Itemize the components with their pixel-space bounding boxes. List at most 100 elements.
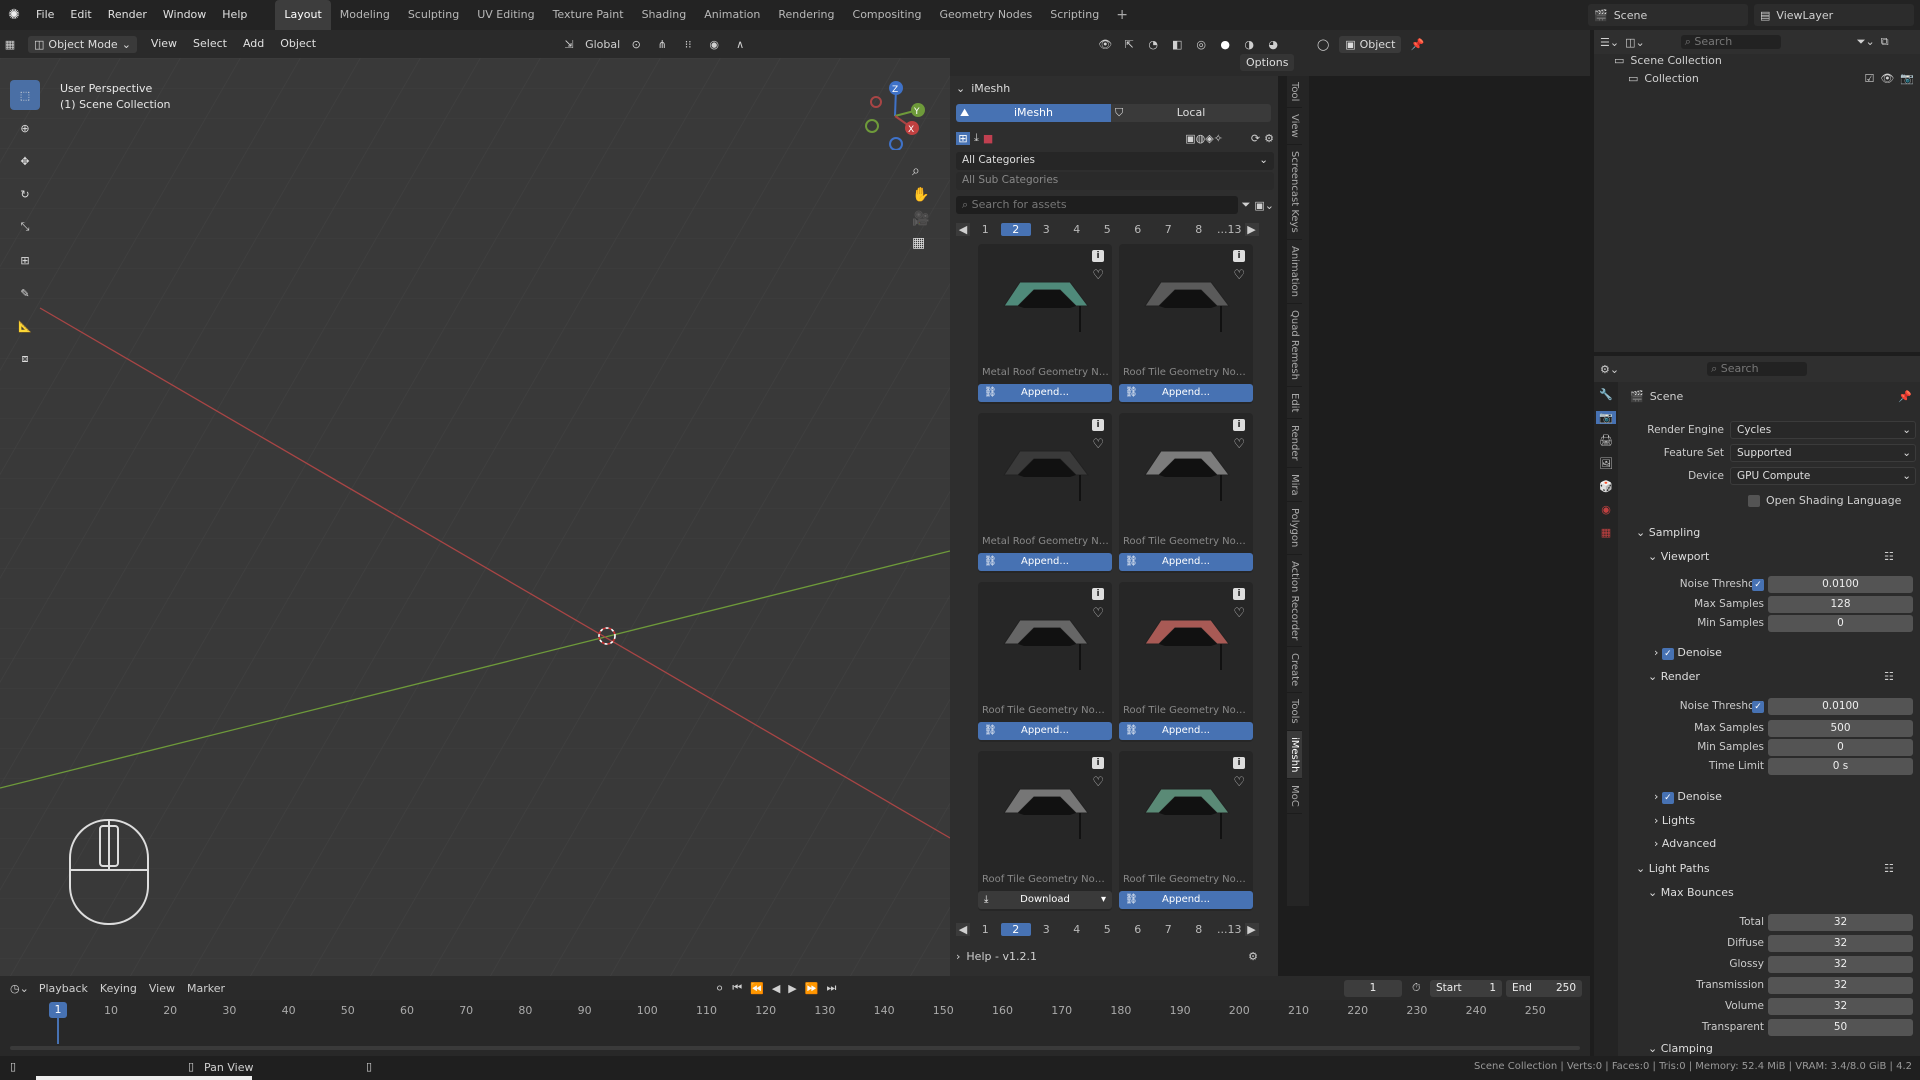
zoom-icon[interactable]: ⌕: [912, 163, 929, 179]
tab-geometry-nodes[interactable]: Geometry Nodes: [930, 0, 1041, 30]
page-button[interactable]: 4: [1062, 223, 1093, 236]
wireframe-shading-icon[interactable]: ◎: [1191, 34, 1211, 54]
bounce-field[interactable]: 32: [1768, 935, 1913, 952]
tab-modeling[interactable]: Modeling: [331, 0, 399, 30]
pivot-icon[interactable]: ⊙: [626, 34, 646, 54]
page-button[interactable]: 6: [1123, 923, 1154, 936]
bounce-field[interactable]: 32: [1768, 956, 1913, 973]
expand-chevron-icon[interactable]: ›: [956, 950, 960, 963]
viewport-menu-view[interactable]: View: [143, 29, 185, 59]
measure-tool-icon[interactable]: 📐: [10, 311, 40, 341]
asset-card[interactable]: i ♡ Roof Tile Geometry Node... ⛓ Append...: [1119, 244, 1253, 404]
feature-set-dropdown[interactable]: Supported ⌄: [1730, 444, 1916, 462]
chevron-down-icon[interactable]: ▾: [1101, 891, 1106, 909]
asset-card[interactable]: i ♡ Metal Roof Geometry No... ⛓ Append...: [978, 413, 1112, 573]
display-toggle-icon[interactable]: ▣⌄: [1254, 199, 1274, 212]
asset-card[interactable]: i ♡ Metal Roof Geometry No... ⛓ Append...: [978, 244, 1112, 404]
cursor-tool-icon[interactable]: ⊕: [10, 113, 40, 143]
timeline-editor-icon[interactable]: ◷⌄: [10, 982, 29, 995]
sidebar-tab-animation[interactable]: Animation: [1287, 240, 1302, 304]
solid-shading-icon[interactable]: ●: [1215, 34, 1235, 54]
page-button[interactable]: 4: [1062, 923, 1093, 936]
menu-render[interactable]: Render: [100, 0, 155, 30]
proportional-edit-icon[interactable]: ◉: [704, 34, 724, 54]
add-cube-tool-icon[interactable]: ⧈: [10, 344, 40, 374]
display-mode-icon[interactable]: ◫⌄: [1625, 36, 1645, 49]
preferences-gear-icon[interactable]: ⚙: [1248, 950, 1258, 963]
tab-texture-paint[interactable]: Texture Paint: [544, 0, 633, 30]
vp-max-samples-field[interactable]: 128: [1768, 596, 1913, 613]
sampling-section[interactable]: ⌄ Sampling: [1636, 526, 1700, 539]
tab-rendering[interactable]: Rendering: [769, 0, 843, 30]
sidebar-tab-quad-remesh[interactable]: Quad Remesh: [1287, 304, 1302, 387]
pin-icon[interactable]: 📌: [1407, 34, 1427, 54]
frame-cursor[interactable]: 1: [49, 1002, 67, 1018]
advanced-subsection[interactable]: › Advanced: [1654, 837, 1716, 850]
page-button[interactable]: 2: [1000, 222, 1031, 236]
append-button[interactable]: ⛓ Append...: [978, 553, 1112, 571]
download-button[interactable]: ⤓ Download ▾: [978, 891, 1112, 909]
output-props-icon[interactable]: 🖨: [1599, 434, 1613, 447]
prev-page-icon[interactable]: ◀: [956, 922, 970, 936]
collapse-chevron-icon[interactable]: ⌄: [956, 82, 965, 95]
page-button[interactable]: 7: [1153, 923, 1184, 936]
tab-shading[interactable]: Shading: [633, 0, 696, 30]
vp-min-samples-field[interactable]: 0: [1768, 615, 1913, 632]
timeline-menu-keying[interactable]: Keying: [100, 982, 137, 995]
camera-render-icon[interactable]: 📷: [1900, 72, 1914, 85]
play-reverse-icon[interactable]: ◀: [772, 982, 780, 995]
eye-icon[interactable]: 👁: [1880, 72, 1894, 85]
category-dropdown[interactable]: All Categories ⌄: [956, 152, 1274, 170]
info-icon[interactable]: i: [1092, 250, 1104, 262]
asset-card[interactable]: i ♡ Roof Tile Geometry Node... ⛓ Append...: [1119, 751, 1253, 911]
sidebar-tab-view[interactable]: View: [1287, 108, 1302, 146]
tab-animation[interactable]: Animation: [695, 0, 769, 30]
ortho-grid-icon[interactable]: ▦: [912, 235, 929, 251]
world-props-icon[interactable]: ◉: [1601, 503, 1611, 516]
properties-search-input[interactable]: ⌕ Search: [1707, 362, 1808, 376]
device-dropdown[interactable]: GPU Compute ⌄: [1730, 467, 1916, 485]
properties-editor-icon[interactable]: ⚙⌄: [1600, 363, 1619, 376]
append-button[interactable]: ⛓ Append...: [1119, 722, 1253, 740]
camera-icon[interactable]: 🎥: [912, 211, 929, 227]
append-button[interactable]: ⛓ Append...: [978, 722, 1112, 740]
sidebar-tab-screencast-keys[interactable]: Screencast Keys: [1287, 145, 1302, 240]
viewport-menu-add[interactable]: Add: [235, 29, 272, 59]
page-button[interactable]: 1: [970, 223, 1001, 236]
scale-tool-icon[interactable]: ⤡: [10, 212, 40, 242]
next-page-icon[interactable]: ▶: [1244, 222, 1259, 236]
page-button[interactable]: 7: [1153, 223, 1184, 236]
rendered-shading-icon[interactable]: ◕: [1263, 34, 1283, 54]
tab-local[interactable]: ⛉ Local: [1111, 104, 1271, 122]
light-paths-section[interactable]: ⌄ Light Paths: [1636, 862, 1710, 875]
render-props-icon[interactable]: 📷: [1596, 411, 1616, 424]
vp-noise-threshold-field[interactable]: 0.0100: [1768, 576, 1913, 593]
outliner-search-input[interactable]: ⌕ Search: [1680, 35, 1781, 49]
filter-icon[interactable]: ⏷: [1242, 198, 1251, 212]
noise-threshold-checkbox[interactable]: ✓: [1752, 579, 1764, 591]
pin-icon[interactable]: 📌: [1898, 390, 1912, 403]
jump-end-icon[interactable]: ⏭: [826, 981, 836, 995]
view-layer-props-icon[interactable]: 🖼: [1599, 457, 1613, 470]
render-subsection[interactable]: ⌄ Render: [1648, 670, 1700, 683]
info-icon[interactable]: i: [1092, 419, 1104, 431]
start-frame-field[interactable]: Start 1: [1430, 980, 1502, 997]
view-mode-icons[interactable]: ▣◍◈✧: [1185, 132, 1223, 145]
blender-logo-icon[interactable]: ✺: [0, 7, 28, 23]
list-menu-icon[interactable]: ☷: [1884, 550, 1894, 563]
subcategory-dropdown[interactable]: All Sub Categories: [956, 172, 1274, 190]
download-icon[interactable]: ⤓: [974, 131, 979, 145]
info-icon[interactable]: i: [1092, 588, 1104, 600]
3d-viewport[interactable]: User Perspective (1) Scene Collection Z …: [0, 58, 950, 976]
page-button[interactable]: 5: [1092, 923, 1123, 936]
list-menu-icon[interactable]: ☷: [1884, 670, 1894, 683]
viewport-menu-select[interactable]: Select: [185, 29, 235, 59]
settings-gear-icon[interactable]: ⚙: [1264, 132, 1274, 145]
navigation-gizmo[interactable]: Z Y X: [860, 80, 930, 150]
annotate-tool-icon[interactable]: ✎: [10, 278, 40, 308]
page-button[interactable]: 8: [1184, 223, 1215, 236]
max-bounces-subsection[interactable]: ⌄ Max Bounces: [1648, 886, 1734, 899]
tool-props-icon[interactable]: 🔧: [1599, 388, 1613, 401]
page-button[interactable]: 8: [1184, 923, 1215, 936]
page-button[interactable]: 1: [970, 923, 1001, 936]
